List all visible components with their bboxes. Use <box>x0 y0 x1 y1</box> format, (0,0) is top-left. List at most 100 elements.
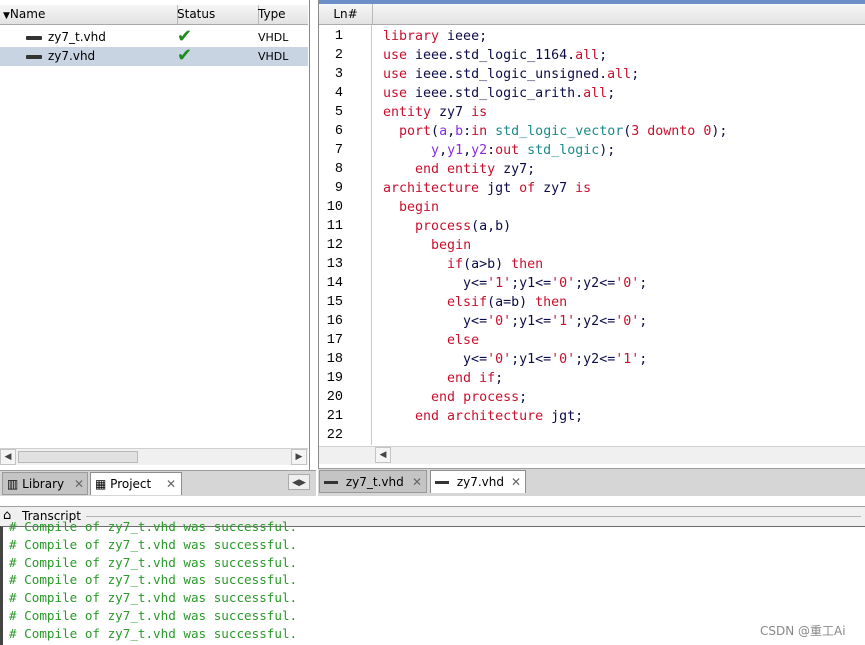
scroll-right-icon[interactable]: ▶ <box>291 449 307 465</box>
code-line[interactable]: process(a,b) <box>383 217 511 236</box>
code-token: in <box>471 124 496 139</box>
code-token: ; <box>639 352 648 367</box>
code-token: ); <box>711 124 728 139</box>
column-name[interactable]: ▼Name <box>0 5 178 24</box>
code-token: ;y2<= <box>575 314 616 329</box>
code-token: use <box>383 67 416 82</box>
code-token: entity <box>383 105 440 120</box>
code-line[interactable]: library ieee; <box>383 27 487 46</box>
transcript-line: # Compile of zy7_t.vhd was successful. <box>9 554 298 570</box>
column-type[interactable]: Type <box>255 5 311 24</box>
code-token: process <box>415 219 472 234</box>
code-line[interactable]: entity zy7 is <box>383 103 487 122</box>
code-token: begin <box>431 238 472 253</box>
code-line[interactable]: elsif(a=b) then <box>383 293 567 312</box>
column-status[interactable]: Status <box>174 5 259 24</box>
code-token: all <box>575 48 600 63</box>
code-token: '1' <box>487 276 512 291</box>
code-line[interactable]: y<='1';y1<='0';y2<='0'; <box>383 274 647 293</box>
scroll-thumb[interactable] <box>18 451 138 463</box>
code-token: ; <box>495 371 504 386</box>
code-line[interactable]: port(a,b:in std_logic_vector(3 downto 0)… <box>383 122 727 141</box>
code-token: y<= <box>383 314 488 329</box>
tab-library[interactable]: ▥ Library ✕ <box>2 472 88 495</box>
code-token: ; <box>599 48 608 63</box>
close-icon[interactable]: ✕ <box>166 473 176 495</box>
code-line[interactable]: begin <box>383 198 439 217</box>
code-line[interactable]: else <box>383 331 479 350</box>
column-name-label: Name <box>9 7 46 21</box>
code-token: port <box>399 124 432 139</box>
code-token: out <box>495 143 528 158</box>
code-line[interactable]: architecture jgt of zy7 is <box>383 179 591 198</box>
code-line[interactable]: y<='0';y1<='1';y2<='0'; <box>383 312 647 331</box>
code-token: ;y1<= <box>511 314 552 329</box>
close-icon[interactable]: ✕ <box>412 471 422 493</box>
code-token: '0' <box>487 314 512 329</box>
code-line[interactable]: use ieee.std_logic_1164.all; <box>383 46 607 65</box>
code-line[interactable]: end architecture jgt; <box>383 407 583 426</box>
code-line[interactable]: y,y1,y2:out std_logic); <box>383 141 615 160</box>
line-number-header: Ln# <box>319 4 373 24</box>
tab-zy7-t-vhd[interactable]: zy7_t.vhd ✕ <box>319 470 427 493</box>
code-line[interactable]: end process; <box>383 388 527 407</box>
code-token: end entity <box>415 162 504 177</box>
file-type: VHDL <box>258 50 289 63</box>
code-token: , <box>447 124 456 139</box>
code-token: ieee; <box>447 29 488 44</box>
code-token: ;y2<= <box>575 276 616 291</box>
code-token: use <box>383 86 416 101</box>
code-line[interactable]: end if; <box>383 369 503 388</box>
transcript-line: # Compile of zy7_t.vhd was successful. <box>9 625 298 641</box>
code-token: end if <box>447 371 496 386</box>
code-token: ;y2<= <box>575 352 616 367</box>
file-row-zy7-t[interactable]: zy7_t.vhd ✔ VHDL <box>0 27 308 47</box>
code-line[interactable]: end entity zy7; <box>383 160 535 179</box>
code-token: zy7; <box>503 162 536 177</box>
code-token: , <box>463 143 472 158</box>
code-token: std_logic_vector <box>495 124 624 139</box>
project-hscrollbar[interactable]: ◀ ▶ <box>0 448 308 465</box>
code-token: ); <box>599 143 616 158</box>
code-token: ;y1<= <box>511 352 552 367</box>
transcript-line: # Compile of zy7_t.vhd was successful. <box>9 608 298 623</box>
tab-scroll-arrows-icon[interactable]: ◀▶ <box>288 474 310 490</box>
code-token: jgt; <box>551 409 584 424</box>
tab-zy7-vhd[interactable]: zy7.vhd ✕ <box>430 470 526 493</box>
code-token: y<= <box>383 276 488 291</box>
code-token: ;y1<= <box>511 276 552 291</box>
vhdl-file-icon <box>324 481 338 484</box>
code-line[interactable]: y<='0';y1<='0';y2<='1'; <box>383 350 647 369</box>
code-token: all <box>583 86 608 101</box>
code-line[interactable]: begin <box>383 236 471 255</box>
code-line[interactable]: use ieee.std_logic_unsigned.all; <box>383 65 639 84</box>
source-editor[interactable]: Ln# 1 2 3 4 5 6 7 8 9 10 11 12 13 14 15 16 17 18 19 20 21 22 … <box>318 0 865 468</box>
transcript-line: # Compile of zy7_t.vhd was successful. <box>9 572 298 588</box>
code-token: ; <box>639 276 648 291</box>
vhdl-file-icon <box>26 55 42 59</box>
code-token: : <box>463 124 472 139</box>
code-line[interactable]: use ieee.std_logic_arith.all; <box>383 84 615 103</box>
scroll-left-icon[interactable]: ◀ <box>375 447 391 463</box>
code-token: library <box>383 29 448 44</box>
file-row-zy7[interactable]: zy7.vhd ✔ VHDL <box>0 46 308 66</box>
library-icon: ▥ <box>7 477 19 491</box>
close-icon[interactable]: ✕ <box>511 471 521 493</box>
watermark: CSDN @重工Ai <box>760 624 846 638</box>
code-token: then <box>511 257 544 272</box>
code-area[interactable]: library ieee; use ieee.std_logic_1164.all… <box>319 25 865 445</box>
code-token: then <box>535 295 568 310</box>
transcript-console[interactable]: # Compile of zy7_t.vhd was successful. # … <box>0 519 865 645</box>
close-icon[interactable]: ✕ <box>74 473 84 495</box>
code-token: zy7 <box>439 105 472 120</box>
scroll-left-icon[interactable]: ◀ <box>0 449 16 465</box>
code-token: if <box>447 257 464 272</box>
tab-project[interactable]: ▦ Project ✕ <box>90 472 182 495</box>
tab-project-label: Project <box>110 477 152 491</box>
file-type: VHDL <box>258 31 289 44</box>
code-line[interactable]: if(a>b) then <box>383 255 543 274</box>
code-token: jgt <box>487 181 520 196</box>
editor-hscrollbar[interactable]: ◀ <box>319 446 865 464</box>
